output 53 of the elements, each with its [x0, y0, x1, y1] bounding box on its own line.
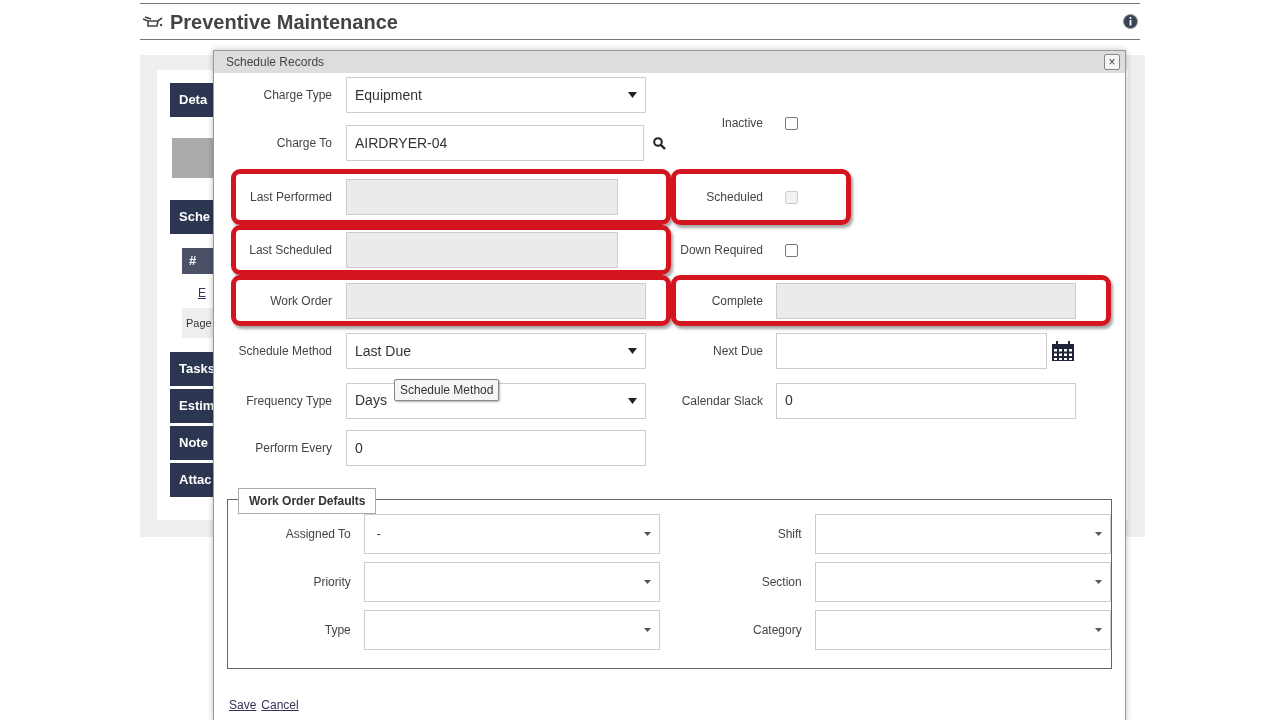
- select-field[interactable]: [363, 562, 661, 602]
- field-label: Work Order: [269, 292, 332, 310]
- field-label: Section: [760, 574, 802, 591]
- field-label: Last Scheduled: [248, 242, 332, 259]
- select-field[interactable]: Equipment: [346, 77, 646, 113]
- select-field[interactable]: [814, 562, 1111, 602]
- date-field[interactable]: [776, 333, 1047, 369]
- caret-icon: [628, 92, 637, 98]
- checkbox[interactable]: [785, 116, 798, 130]
- search-icon[interactable]: [653, 136, 666, 150]
- field-label: Complete: [710, 292, 763, 310]
- caret-icon: [644, 580, 652, 584]
- field-label: Category: [752, 622, 802, 639]
- select-field[interactable]: Last Due: [346, 333, 646, 369]
- caret-icon: [628, 348, 637, 354]
- field-label: Last Performed: [248, 189, 332, 206]
- save-link[interactable]: Save: [229, 696, 257, 714]
- oil-can-icon: [142, 15, 164, 28]
- field-label: Down Required: [679, 242, 763, 259]
- caret-icon: [1095, 628, 1102, 632]
- input-field[interactable]: 0: [346, 430, 646, 466]
- caret-icon: [1095, 580, 1102, 584]
- field-label: Shift: [776, 526, 802, 543]
- select-field[interactable]: Days Schedule Method: [346, 382, 646, 419]
- input-field[interactable]: 0: [776, 382, 1076, 419]
- field-label: Charge Type: [262, 87, 332, 104]
- caret-icon: [644, 628, 652, 632]
- field-label: Calendar Slack: [680, 392, 763, 410]
- section-title: Work Order Defaults: [238, 488, 377, 514]
- select-field[interactable]: [363, 610, 661, 650]
- caret-icon: [1095, 532, 1102, 536]
- field-label: Perform Every: [254, 440, 332, 457]
- dialog-title: Schedule Records: [226, 54, 326, 71]
- select-field[interactable]: -: [363, 514, 661, 554]
- input-field[interactable]: AIRDRYER-04: [346, 125, 644, 161]
- cancel-link[interactable]: Cancel: [261, 696, 299, 714]
- field-label: Inactive: [720, 115, 763, 132]
- checkbox[interactable]: [785, 243, 798, 257]
- field-label: Scheduled: [705, 189, 763, 206]
- calendar-icon[interactable]: [1051, 340, 1075, 362]
- page-title: Preventive Maintenance: [170, 9, 399, 34]
- field-label: Assigned To: [284, 526, 351, 543]
- caret-icon: [628, 397, 637, 404]
- caret-icon: [644, 532, 652, 536]
- select-field[interactable]: [814, 610, 1111, 650]
- select-field[interactable]: [814, 514, 1111, 554]
- field-label: Priority: [312, 574, 351, 591]
- close-button[interactable]: ×: [1104, 54, 1120, 70]
- tooltip: Schedule Method: [394, 378, 500, 401]
- field-label: Type: [323, 622, 351, 639]
- field-label: Charge To: [275, 135, 332, 152]
- field-label: Next Due: [711, 343, 763, 360]
- info-icon[interactable]: [1123, 14, 1138, 29]
